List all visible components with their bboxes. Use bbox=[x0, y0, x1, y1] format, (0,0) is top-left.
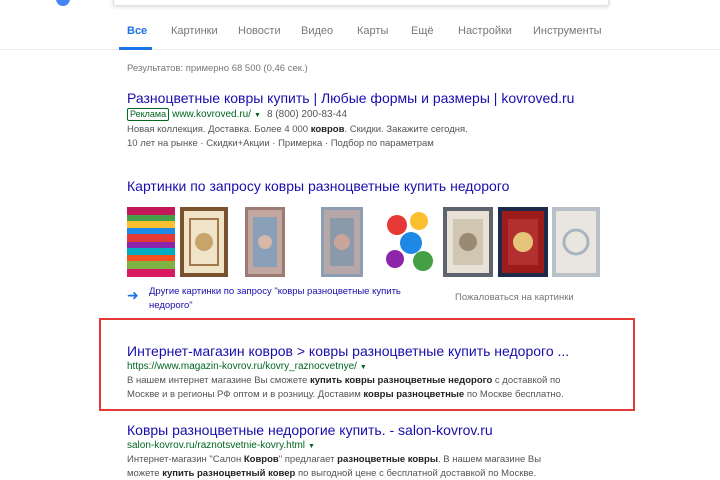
result-url-line: salon-kovrov.ru/raznotsvetnie-kovry.html… bbox=[127, 440, 541, 451]
snippet-text: . В нашем магазине Вы bbox=[437, 454, 542, 465]
snippet-text: можете bbox=[127, 468, 163, 479]
dropdown-arrow-icon[interactable]: ▼ bbox=[308, 443, 315, 450]
result-snippet: Интернет-магазин "Салон Ковров" предлага… bbox=[127, 453, 541, 480]
search-input[interactable] bbox=[113, 0, 609, 6]
ad-url-line: Реклама www.kovroved.ru/▼ 8 (800) 200-83-4… bbox=[127, 108, 574, 121]
tab-all[interactable]: Все bbox=[127, 25, 147, 37]
snippet-bold: Ковров bbox=[243, 454, 279, 465]
tab-more[interactable]: Ещё bbox=[411, 25, 434, 37]
result-stats: Результатов: примерно 68 500 (0,46 сек.) bbox=[127, 63, 308, 74]
rug-thumbnail[interactable] bbox=[443, 207, 493, 277]
ad-phone[interactable]: 8 (800) 200-83-44 bbox=[267, 109, 347, 120]
more-images-text[interactable]: Другие картинки по запросу "ковры разноц… bbox=[149, 285, 439, 313]
ad-snippet: Новая коллекция. Доставка. Более 4 000 к… bbox=[127, 123, 574, 151]
report-images-link[interactable]: Пожаловаться на картинки bbox=[455, 292, 574, 303]
images-heading-link[interactable]: Картинки по запросу ковры разноцветные к… bbox=[127, 178, 509, 194]
snippet-text: " предлагает bbox=[278, 454, 338, 465]
rug-thumbnail[interactable] bbox=[498, 207, 548, 277]
rug-thumbnail[interactable] bbox=[245, 207, 285, 277]
highlight-box bbox=[99, 318, 635, 411]
tab-images[interactable]: Картинки bbox=[171, 25, 218, 37]
rug-thumbnail[interactable] bbox=[385, 207, 435, 277]
tab-settings[interactable]: Настройки bbox=[458, 25, 512, 37]
google-logo-fragment[interactable] bbox=[56, 0, 70, 6]
arrow-right-icon: ➜ bbox=[127, 287, 139, 303]
result-title-link[interactable]: Ковры разноцветные недорогие купить. - s… bbox=[127, 422, 541, 438]
snippet-bold: ковров bbox=[310, 124, 345, 135]
snippet-bold: купить разноцветный ковер bbox=[162, 468, 296, 479]
search-tabs: Все Картинки Новости Видео Карты Ещё Нас… bbox=[0, 20, 720, 50]
ad-sitelinks[interactable]: 10 лет на рынке · Скидки+Акции · Примерк… bbox=[127, 138, 434, 149]
snippet-text: . Скидки. Закажите сегодня. bbox=[344, 124, 468, 135]
ad-title-link[interactable]: Разноцветные ковры купить | Любые формы … bbox=[127, 90, 574, 106]
rug-thumbnail[interactable] bbox=[321, 207, 363, 277]
tab-maps[interactable]: Карты bbox=[357, 25, 388, 37]
tab-tools[interactable]: Инструменты bbox=[533, 25, 602, 37]
ad-url: www.kovroved.ru/ bbox=[172, 109, 252, 120]
rug-thumbnail[interactable] bbox=[552, 207, 600, 277]
rug-thumbnail[interactable] bbox=[180, 207, 228, 277]
active-tab-indicator bbox=[119, 47, 152, 50]
tab-news[interactable]: Новости bbox=[238, 25, 281, 37]
result-url: salon-kovrov.ru/raznotsvetnie-kovry.html bbox=[127, 440, 306, 451]
snippet-text: по выгодной цене с бесплатной доставкой … bbox=[295, 468, 537, 479]
ad-badge: Реклама bbox=[127, 108, 170, 121]
tab-video[interactable]: Видео bbox=[301, 25, 333, 37]
search-result: Ковры разноцветные недорогие купить. - s… bbox=[127, 422, 541, 480]
ad-result: Разноцветные ковры купить | Любые формы … bbox=[127, 90, 574, 151]
snippet-text: Новая коллекция. Доставка. Более 4 000 bbox=[127, 124, 311, 135]
snippet-bold: разноцветные ковры bbox=[337, 454, 438, 465]
dropdown-arrow-icon[interactable]: ▼ bbox=[254, 112, 261, 119]
rug-thumbnail[interactable] bbox=[127, 207, 175, 277]
snippet-text: Интернет-магазин "Салон bbox=[127, 454, 244, 465]
